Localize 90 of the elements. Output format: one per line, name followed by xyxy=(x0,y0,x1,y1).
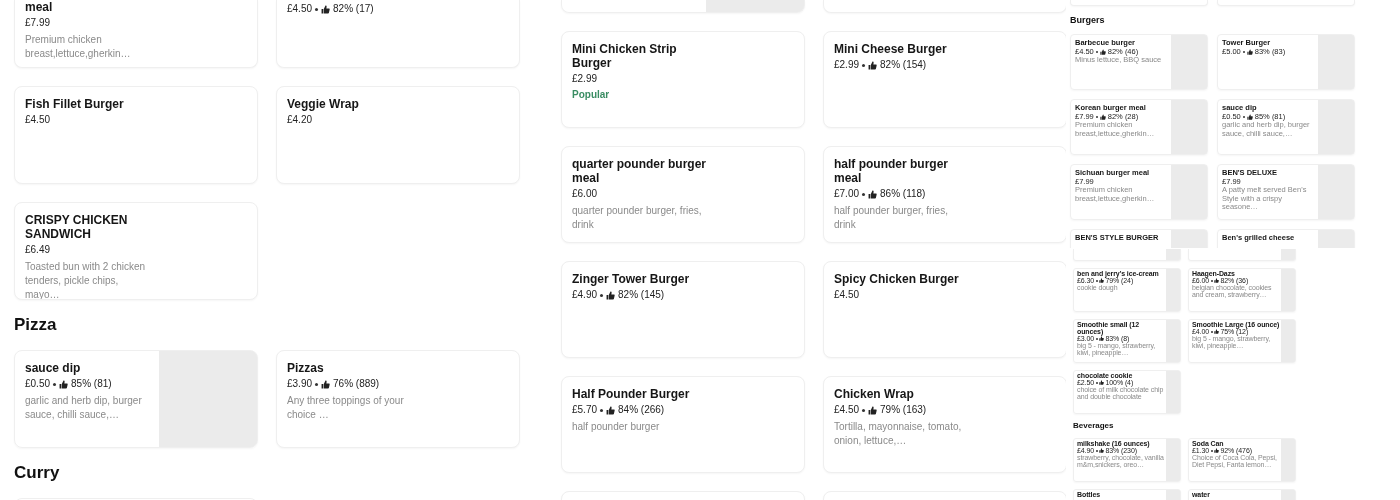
item-price: £5.70 xyxy=(572,403,598,417)
item-title: Mini Chicken Strip Burger xyxy=(572,42,678,70)
bullet-icon xyxy=(862,63,866,67)
section-heading: Pizza xyxy=(14,318,58,332)
menu-item-card[interactable]: £4.50 82% (17) xyxy=(276,0,520,68)
menu-item-card[interactable]: Veggie Wrap £4.20 xyxy=(276,86,520,184)
thumbs-up-icon xyxy=(606,405,616,415)
item-title: Fish Fillet Burger xyxy=(25,97,124,111)
thumbs-up-icon xyxy=(1246,48,1253,55)
item-price: £0.50 xyxy=(25,377,51,391)
bullet-icon xyxy=(600,293,604,297)
item-price: £4.50 xyxy=(287,2,313,16)
item-price: £4.90 xyxy=(572,288,598,302)
thumbs-up-icon xyxy=(1246,113,1253,120)
item-title: half pounder burger meal xyxy=(834,157,949,185)
item-title: Zinger Tower Burger xyxy=(572,272,690,286)
item-description: half pounder burger xyxy=(572,420,661,434)
thumbs-up-icon xyxy=(1214,278,1220,283)
thumbs-up-icon xyxy=(868,60,878,70)
item-rating: 79% (163) xyxy=(880,403,927,417)
item-price: £4.50 xyxy=(834,403,860,417)
thumbs-up-icon xyxy=(1099,336,1105,341)
item-title: Mini Cheese Burger xyxy=(834,42,947,56)
thumbs-up-icon xyxy=(59,379,69,389)
thumbs-up-icon xyxy=(868,189,878,199)
item-description: garlic and herb dip, burger sauce, chilli sauce,… xyxy=(25,394,143,422)
item-rating: 86% (118) xyxy=(880,187,926,201)
bullet-icon xyxy=(315,382,319,386)
item-title: Veggie Wrap xyxy=(287,97,359,111)
menu-item-card[interactable]: half pounder burger meal £7.00 86% (118) half pounder burger, fries, drink xyxy=(823,146,1066,243)
menu-item-card[interactable]: Zinger Tower Burger £4.90 82% (145) xyxy=(561,261,805,358)
item-title: meal xyxy=(25,0,53,14)
menu-item-card[interactable]: Pizzas £3.90 76% (889) Any three toppings of your choice … xyxy=(276,350,520,448)
item-price: £7.99 xyxy=(25,16,51,30)
bullet-icon xyxy=(862,408,866,412)
section-heading: Beverages xyxy=(1073,421,1115,431)
item-price: £4.50 xyxy=(25,113,51,127)
item-price: £6.00 xyxy=(572,187,598,201)
item-title: Spicy Chicken Burger xyxy=(834,272,959,286)
section-heading: Burgers xyxy=(1070,15,1106,25)
menu-item-card[interactable]: meal £7.99 Premium chicken breast,lettuce,gherkin… xyxy=(14,0,258,68)
item-title: Chicken Wrap xyxy=(834,387,914,401)
item-description: Any three toppings of your choice … xyxy=(287,394,405,422)
thumbs-up-icon xyxy=(1214,448,1220,453)
item-description: quarter pounder burger, fries, drink xyxy=(572,204,702,232)
menu-item-card[interactable]: quarter pounder burger meal £6.00 quarter pounder burger, fries, drink xyxy=(561,146,805,243)
item-price: £6.49 xyxy=(25,243,51,257)
item-rating: 85% (81) xyxy=(71,377,112,391)
thumbs-up-icon xyxy=(321,379,331,389)
item-title: quarter pounder burger meal xyxy=(572,157,707,185)
thumbs-up-icon xyxy=(1099,48,1106,55)
item-price: £4.50 xyxy=(834,288,860,302)
menu-item-card[interactable]: Chicken Wrap £4.50 79% (163) Tortilla, mayonnaise, tomato, onion, lettuce,… xyxy=(823,376,1066,473)
thumbs-up-icon xyxy=(1099,448,1105,453)
menu-item-card[interactable]: Mini Chicken Strip Burger £2.99 Popular xyxy=(561,31,805,128)
item-rating: 82% (17) xyxy=(333,2,374,16)
item-rating: 84% (266) xyxy=(618,403,665,417)
item-price: £7.00 xyxy=(834,187,860,201)
menu-item-card[interactable]: sauce dip £0.50 85% (81) garlic and herb dip, burger sauce, chilli sauce,… xyxy=(14,350,258,448)
item-price: £4.20 xyxy=(287,113,313,127)
item-title: Pizzas xyxy=(287,361,324,375)
item-description: Premium chicken breast,lettuce,gherkin… xyxy=(25,33,132,61)
item-price: £2.99 xyxy=(572,72,598,86)
menu-item-card[interactable]: Fish Fillet Burger £4.50 xyxy=(14,86,258,184)
menu-item-card[interactable]: Half Pounder Burger £5.70 84% (266) half pounder burger xyxy=(561,376,805,473)
popular-label: Popular xyxy=(572,88,610,102)
thumbs-up-icon xyxy=(321,4,331,14)
thumbs-up-icon xyxy=(606,290,616,300)
thumbs-up-icon xyxy=(868,405,878,415)
bullet-icon xyxy=(53,382,57,386)
item-title: CRISPY CHICKEN SANDWICH xyxy=(25,213,129,241)
item-title: sauce dip xyxy=(25,361,81,375)
bullet-icon xyxy=(315,7,319,11)
item-price: £2.99 xyxy=(834,58,860,72)
thumbs-up-icon xyxy=(1099,278,1105,283)
thumbs-up-icon xyxy=(1214,329,1220,334)
section-heading: Curry xyxy=(14,466,61,480)
item-price: £3.90 xyxy=(287,377,313,391)
item-description: half pounder burger, fries, drink xyxy=(834,204,949,232)
thumbs-up-icon xyxy=(1099,113,1106,120)
thumbs-up-icon xyxy=(1099,380,1105,385)
item-description: Tortilla, mayonnaise, tomato, onion, lettuce,… xyxy=(834,420,963,448)
bullet-icon xyxy=(862,192,866,196)
item-rating: 82% (154) xyxy=(880,58,927,72)
item-title: Half Pounder Burger xyxy=(572,387,690,401)
bullet-icon xyxy=(600,408,604,412)
menu-item-card[interactable]: Spicy Chicken Burger £4.50 xyxy=(823,261,1066,358)
item-rating: 76% (889) xyxy=(333,377,380,391)
menu-item-card[interactable]: Mini Cheese Burger £2.99 82% (154) xyxy=(823,31,1066,128)
item-rating: 82% (145) xyxy=(618,288,665,302)
